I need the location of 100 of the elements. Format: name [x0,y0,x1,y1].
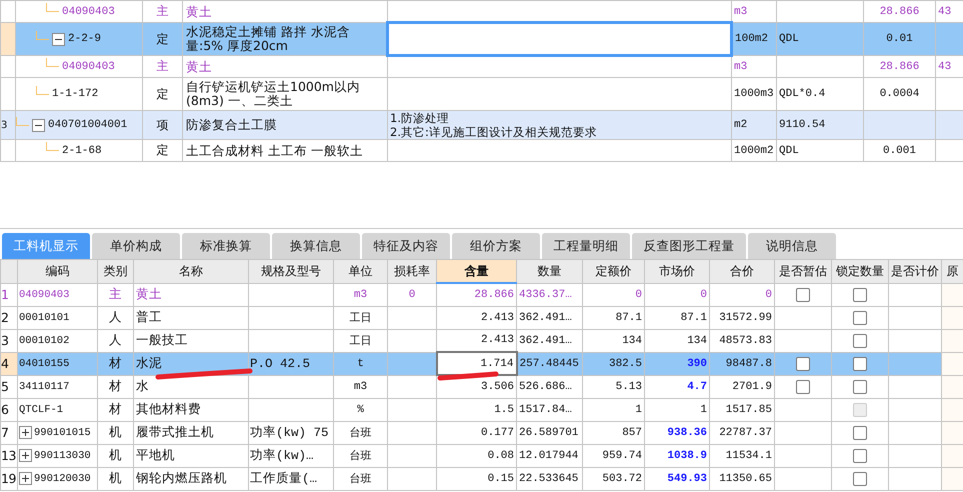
tab[interactable]: 工程量明细 [542,233,630,259]
resource-code: 990120030 [34,472,91,484]
content-cell[interactable]: 2.413 [436,306,516,329]
column-header[interactable]: 名称 [134,260,248,283]
resource-name: 平地机 [134,444,248,467]
quota-price-cell: 5.13 [582,375,644,398]
market-price-cell: 390 [644,352,710,375]
resource-name: 一般技工 [134,329,248,352]
content-cell[interactable]: 28.866 [436,283,516,306]
resource-code: 04010155 [19,358,70,370]
quota-price-cell: 1 [582,398,644,421]
column-header[interactable]: 类别 [98,260,134,283]
column-header[interactable]: 编码 [18,260,98,283]
tab[interactable]: 组价方案 [452,233,540,259]
column-header[interactable]: 数量 [516,260,582,283]
total-cell: 98487.8 [710,352,774,375]
column-header[interactable]: 是否暂估 [774,260,832,283]
unit-cell: 100m2 [732,22,776,56]
quantity-cell: 12.017944 [516,444,582,467]
unit-cell: 台班 [334,421,388,444]
tab[interactable]: 标准换算 [182,233,270,259]
column-header[interactable]: 合价 [710,260,774,283]
column-header[interactable]: 定额价 [582,260,644,283]
unit-cell: 1000m2 [732,140,776,162]
checkbox[interactable] [853,449,867,464]
column-header[interactable]: 是否计价 [888,260,942,283]
content-cell[interactable]: 0.177 [436,421,516,444]
expand-toggle[interactable] [19,426,32,439]
tab[interactable]: 反查图形工程量 [632,233,746,259]
column-header[interactable]: 含量 [436,260,516,283]
item-code: 2-1-68 [62,144,102,156]
expression-cell: QDL [776,22,864,56]
total-cell: 11534.1 [710,444,774,467]
quantity-cell: 362.491… [516,329,582,352]
tab[interactable]: 换算信息 [272,233,360,259]
tab[interactable]: 单价构成 [92,233,180,259]
total-cell: 0 [710,283,774,306]
total-cell: 22787.37 [710,421,774,444]
resource-name: 履带式推土机 [134,421,248,444]
item-code: 1-1-172 [52,88,98,100]
checkbox[interactable] [853,426,867,440]
expression-cell: 9110.54 [776,110,864,140]
expand-toggle[interactable] [19,449,32,462]
unit-cell: 台班 [334,444,388,467]
expand-toggle[interactable] [19,472,32,485]
tree-toggle[interactable] [32,118,45,132]
checkbox[interactable] [853,380,867,394]
resource-code: 00010102 [19,334,70,346]
checkbox[interactable] [853,472,867,486]
column-header[interactable]: 规格及型号 [248,260,334,283]
resource-type: 材 [98,352,134,375]
column-header[interactable]: 单位 [334,260,388,283]
spec-cell: 工作质量(… [248,467,334,490]
column-header[interactable]: 市场价 [644,260,710,283]
checkbox[interactable] [853,288,867,302]
content-cell[interactable]: 0.15 [436,467,516,490]
row-number: 5 [0,375,18,398]
resource-type: 材 [98,398,134,421]
quota-price-cell: 0 [582,283,644,306]
unit-cell: t [334,352,388,375]
checkbox[interactable] [796,288,810,302]
column-header[interactable]: 锁定数量 [832,260,888,283]
underline-mark [438,372,498,380]
row-number: 4 [0,352,18,375]
spec-cell: P.O 42.5 [248,352,334,375]
quantity-cell: 362.491… [516,306,582,329]
market-price-cell: 4.7 [644,375,710,398]
unit-cell: m3 [732,56,776,78]
item-type: 定 [142,22,182,56]
market-price-cell: 134 [644,329,710,352]
quota-price-cell: 503.72 [582,467,644,490]
tree-toggle[interactable] [52,32,65,46]
resource-code: QTCLF-1 [19,404,64,416]
content-cell[interactable]: 0.08 [436,444,516,467]
checkbox[interactable] [796,357,810,372]
tab[interactable]: 说明信息 [748,233,836,259]
market-price-cell: 1 [644,398,710,421]
row-number: 13 [0,444,18,467]
item-type: 主 [142,56,182,78]
unit-cell: 工日 [334,306,388,329]
checkbox[interactable] [796,380,810,394]
loss-rate-cell: 0 [388,283,436,306]
market-price-cell: 0 [644,283,710,306]
content-cell[interactable]: 3.506 [436,375,516,398]
column-header[interactable]: 损耗率 [388,260,436,283]
resource-type: 材 [98,375,134,398]
checkbox[interactable] [853,311,867,326]
resource-name: 普工 [134,306,248,329]
content-cell[interactable]: 1.714 [436,352,516,375]
content-cell[interactable]: 1.5 [436,398,516,421]
checkbox[interactable] [853,334,867,348]
feature-cell[interactable]: 1.防渗处理 2.其它:详见施工图设计及相关规范要求 [388,110,732,140]
row-number: 19 [0,467,18,490]
item-code: 040701004001 [48,119,128,131]
checkbox[interactable] [853,357,867,372]
tab[interactable]: 特征及内容 [362,233,450,259]
column-header[interactable]: 原 [942,260,963,283]
quota-price-cell: 857 [582,421,644,444]
item-name: 土工合成材料 土工布 一般软土 [182,140,388,162]
item-code: 04090403 [62,60,115,72]
